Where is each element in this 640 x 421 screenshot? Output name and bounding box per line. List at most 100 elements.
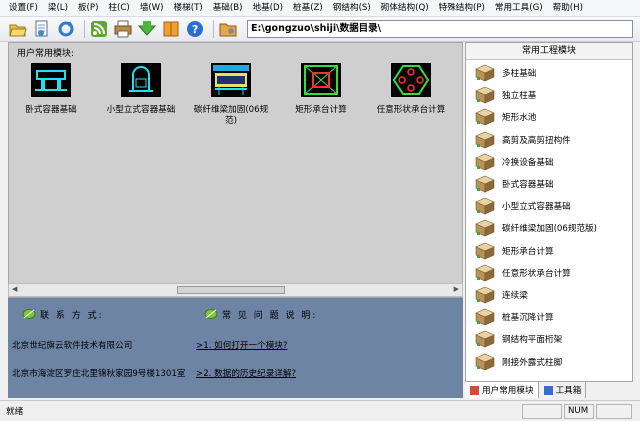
folder-tools-icon[interactable] <box>218 19 238 39</box>
cube-module-icon <box>475 64 495 82</box>
refresh-icon[interactable] <box>56 19 76 39</box>
module-label: 小型立式容器基础 <box>106 105 176 115</box>
cube-module-icon <box>475 197 495 215</box>
cube-module-icon <box>475 175 495 193</box>
common-module-item[interactable]: 桩基沉降计算 <box>474 306 554 328</box>
menu-help[interactable]: 帮助(H) <box>548 0 588 17</box>
status-cell-empty <box>522 404 562 419</box>
horizontal-scrollbar[interactable]: ◀ ▶ <box>8 283 463 297</box>
cube-module-icon <box>475 86 495 104</box>
rss-icon[interactable] <box>89 19 109 39</box>
common-modules-panel: 常用工程模块 多柱基础 独立柱基 矩形水池高剪及高剪扭构件 冷换设备基础 卧式容器基础小… <box>465 42 633 398</box>
cube-module-icon <box>475 131 495 149</box>
menu-steel[interactable]: 钢结构(S) <box>328 0 376 17</box>
common-module-label: 任意形状承台计算 <box>502 268 571 279</box>
menu-stairs[interactable]: 楼梯(T) <box>169 0 208 17</box>
menu-settings[interactable]: 设置(F) <box>4 0 43 17</box>
menu-tools[interactable]: 常用工具(G) <box>490 0 548 17</box>
common-module-label: 矩形承台计算 <box>502 246 554 257</box>
faq-link-1[interactable]: >1. 如何打开一个模块? <box>196 339 287 351</box>
menu-subgrade[interactable]: 地基(D) <box>247 0 288 17</box>
module-label: 矩形承台计算 <box>295 105 347 115</box>
common-module-item[interactable]: 独立柱基 <box>474 84 536 106</box>
common-module-item[interactable]: 冷换设备基础 <box>474 151 554 173</box>
cube-module-icon <box>475 286 495 304</box>
open-folder-icon[interactable] <box>8 19 28 39</box>
menu-special[interactable]: 特殊结构(P) <box>434 0 490 17</box>
common-module-item[interactable]: 刚接外露式柱脚 <box>474 351 562 373</box>
cube-module-icon <box>475 308 495 326</box>
leaf-icon <box>22 309 36 319</box>
document-icon[interactable] <box>32 19 52 39</box>
menu-pile[interactable]: 桩基(Z) <box>288 0 328 17</box>
common-module-item[interactable]: 连续梁 <box>474 284 528 306</box>
tab-toolbox[interactable]: 工具箱 <box>539 382 587 398</box>
vertical-vessel-icon <box>121 63 161 97</box>
path-field[interactable]: E:\gongzuo\shiji\数据目录\ <box>247 20 633 38</box>
common-modules-header: 常用工程模块 <box>466 43 632 60</box>
book-icon[interactable] <box>161 19 181 39</box>
common-module-label: 刚接外露式柱脚 <box>502 357 563 368</box>
cube-module-icon <box>475 264 495 282</box>
panel-tabs: 用户常用模块 工具箱 <box>465 381 633 398</box>
user-modules-tab-icon <box>470 385 479 395</box>
common-module-item[interactable]: 任意形状承台计算 <box>474 262 571 284</box>
cube-module-icon <box>475 331 495 348</box>
common-module-label: 冷换设备基础 <box>502 157 554 168</box>
module-label: 碳纤维梁加固(06规 <box>193 105 269 115</box>
menu-beam[interactable]: 梁(L) <box>43 0 73 17</box>
help-icon[interactable]: ? <box>185 19 205 39</box>
module-label-line2: 范) <box>225 116 237 126</box>
down-arrow-icon[interactable] <box>137 19 157 39</box>
common-module-label: 小型立式容器基础 <box>502 202 571 213</box>
arbitrary-pile-cap-icon <box>391 63 431 97</box>
scroll-right-icon[interactable]: ▶ <box>454 285 459 293</box>
cube-module-icon <box>475 220 495 237</box>
module-arbitrary-pile-cap[interactable]: 任意形状承台计算 <box>371 63 451 116</box>
common-module-item[interactable]: 多柱基础 <box>474 62 536 84</box>
common-module-label: 连续梁 <box>502 291 528 301</box>
company-name: 北京世纪旗云软件技术有限公司 <box>12 341 133 351</box>
status-bar: 就绪 NUM <box>0 400 640 421</box>
menu-masonry[interactable]: 砌体结构(Q) <box>376 0 434 17</box>
horizontal-vessel-icon <box>31 63 71 97</box>
module-carbon-fiber-beam[interactable]: 碳纤维梁加固(06规 范) <box>191 63 271 127</box>
common-module-item[interactable]: 卧式容器基础 <box>474 173 554 195</box>
menu-wall[interactable]: 墙(W) <box>135 0 169 17</box>
faq-title: 常 见 问 题 说 明: <box>222 311 318 321</box>
common-module-label: 卧式容器基础 <box>502 180 554 190</box>
menu-slab[interactable]: 板(P) <box>73 0 103 17</box>
common-module-item[interactable]: 碳纤维梁加固(06规范版) <box>474 217 597 239</box>
menu-bar: 设置(F) 梁(L) 板(P) 柱(C) 墙(W) 楼梯(T) 基础(B) 地基… <box>0 0 640 17</box>
print-icon[interactable] <box>113 19 133 39</box>
menu-foundation[interactable]: 基础(B) <box>208 0 248 17</box>
toolbar-separator <box>213 20 214 38</box>
user-modules-panel: 用户常用模块: 卧式容器基础 小型立式容器基础 碳纤维梁加固(06规 范) 矩形… <box>8 42 463 298</box>
common-module-item[interactable]: 高剪及高剪扭构件 <box>474 129 571 151</box>
toolbar-separator <box>84 20 85 38</box>
scrollbar-thumb[interactable] <box>177 286 285 294</box>
common-module-item[interactable]: 小型立式容器基础 <box>474 195 571 217</box>
status-cell-empty <box>596 404 632 419</box>
module-rectangular-pile-cap[interactable]: 矩形承台计算 <box>281 63 361 116</box>
common-module-item[interactable]: 矩形承台计算 <box>474 240 554 262</box>
cube-module-icon <box>475 353 495 371</box>
svg-text:?: ? <box>192 23 198 36</box>
toolbox-tab-icon <box>543 385 553 395</box>
menu-column[interactable]: 柱(C) <box>103 0 134 17</box>
module-small-vertical-vessel[interactable]: 小型立式容器基础 <box>101 63 181 116</box>
scroll-left-icon[interactable]: ◀ <box>12 285 17 293</box>
module-horizontal-vessel[interactable]: 卧式容器基础 <box>11 63 91 116</box>
info-panel: 联 系 方 式: 常 见 问 题 说 明: 北京世纪旗云软件技术有限公司 >1.… <box>8 298 463 398</box>
contact-title: 联 系 方 式: <box>40 311 104 321</box>
common-module-label: 高剪及高剪扭构件 <box>502 135 571 146</box>
cube-module-icon <box>475 109 495 126</box>
status-text: 就绪 <box>6 407 24 417</box>
faq-link-2[interactable]: >2. 数据的历史纪录详解? <box>196 367 296 379</box>
user-modules-title: 用户常用模块: <box>17 49 75 59</box>
tab-user-modules[interactable]: 用户常用模块 <box>465 382 539 398</box>
common-module-item[interactable]: 矩形水池 <box>474 106 536 128</box>
module-label: 卧式容器基础 <box>25 105 77 115</box>
common-module-label: 钢结构平面桁架 <box>502 335 563 346</box>
common-module-item[interactable]: 钢结构平面桁架 <box>474 328 562 350</box>
